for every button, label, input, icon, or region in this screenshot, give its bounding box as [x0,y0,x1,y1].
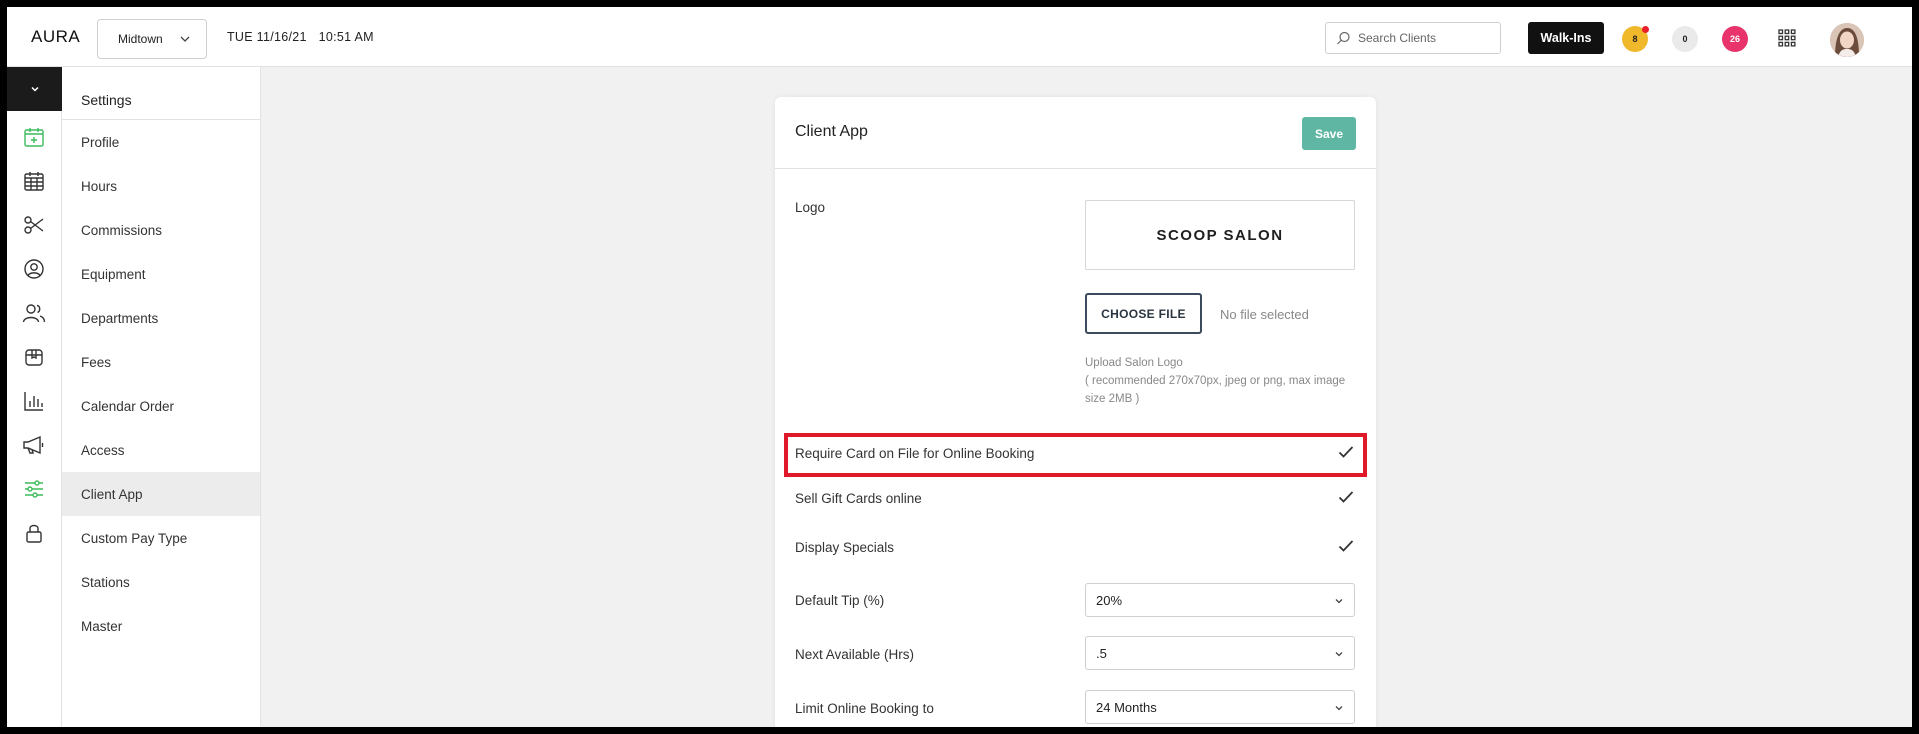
megaphone-icon[interactable] [21,432,47,458]
next-available-label: Next Available (Hrs) [795,647,915,662]
limit-booking-value: 24 Months [1096,700,1157,715]
calendar-add-icon[interactable] [21,124,47,150]
sidebar-item-calendar-order[interactable]: Calendar Order [62,384,260,428]
users-icon[interactable] [21,300,47,326]
default-tip-label: Default Tip (%) [795,593,885,608]
avatar-image [1830,23,1864,57]
logo-label: Logo [795,200,826,215]
sidebar-item-commissions[interactable]: Commissions [62,208,260,252]
current-datetime: TUE 11/16/21 10:51 AM [227,30,374,44]
logo-preview: SCOOP SALON [1085,200,1355,270]
badge-count: 26 [1729,34,1740,44]
sidebar-item-hours[interactable]: Hours [62,164,260,208]
sliders-icon[interactable] [21,476,47,502]
sidebar-item-departments[interactable]: Departments [62,296,260,340]
sidebar-item-profile[interactable]: Profile [62,120,260,164]
limit-booking-label: Limit Online Booking to [795,701,934,716]
client-app-card: Client App Save Logo SCOOP SALON CHOOSE … [775,97,1376,727]
choose-file-button[interactable]: CHOOSE FILE [1085,293,1202,334]
bar-chart-icon[interactable] [21,388,47,414]
badge-count: 8 [1632,34,1638,44]
notification-badge-yellow[interactable]: 8 [1622,26,1649,52]
badge-count: 0 [1682,34,1688,44]
user-circle-icon[interactable] [21,256,47,282]
alert-dot [1642,26,1649,33]
sidebar-item-stations[interactable]: Stations [62,560,260,604]
calendar-grid-icon[interactable] [21,168,47,194]
next-available-select[interactable]: .5 [1085,636,1355,670]
search-clients-input[interactable]: Search Clients [1325,22,1501,54]
checkmark-icon[interactable] [1338,445,1354,459]
search-icon [1337,31,1350,45]
default-tip-value: 20% [1096,593,1123,608]
sidebar-item-custom-pay-type[interactable]: Custom Pay Type [62,516,260,560]
upload-hint-details: ( recommended 270x70px, jpeg or png, max… [1085,375,1346,405]
notification-badge-grey[interactable]: 0 [1672,26,1698,52]
require-card-label: Require Card on File for Online Booking [795,446,1035,461]
top-header: AURA Midtown TUE 11/16/21 10:51 AM Searc… [7,7,1912,67]
display-specials-label: Display Specials [795,540,895,555]
require-card-row[interactable]: Require Card on File for Online Booking [784,433,1367,477]
checkmark-icon[interactable] [1338,490,1354,504]
chevron-down-icon [180,36,190,42]
sidebar-item-client-app[interactable]: Client App [62,472,260,516]
card-header: Client App Save [775,97,1376,169]
search-placeholder: Search Clients [1358,31,1437,45]
sidebar-title: Settings [62,67,260,120]
save-button[interactable]: Save [1302,117,1356,150]
rail-toggle-button[interactable] [7,67,62,111]
sell-gift-cards-row[interactable]: Sell Gift Cards online [784,478,1367,522]
display-specials-row[interactable]: Display Specials [784,527,1367,571]
brand-logo: AURA [31,27,81,46]
box-icon[interactable] [21,344,47,370]
upload-hint-title: Upload Salon Logo [1085,357,1183,369]
chevron-down-icon [1335,706,1343,711]
scissors-icon[interactable] [21,212,47,238]
notification-badge-pink[interactable]: 26 [1722,26,1748,52]
walk-ins-button[interactable]: Walk-Ins [1528,22,1604,54]
sidebar-item-fees[interactable]: Fees [62,340,260,384]
current-date: TUE 11/16/21 [227,30,307,44]
location-value: Midtown [118,32,163,46]
chevron-down-icon [30,86,39,92]
sidebar-item-equipment[interactable]: Equipment [62,252,260,296]
icon-rail [7,67,62,727]
chevron-down-icon [1335,652,1343,657]
card-title: Client App [795,123,868,140]
lock-icon[interactable] [21,520,47,546]
checkmark-icon[interactable] [1338,539,1354,553]
sidebar-item-access[interactable]: Access [62,428,260,472]
sell-gift-cards-label: Sell Gift Cards online [795,491,922,506]
chevron-down-icon [1335,599,1343,604]
location-select[interactable]: Midtown [97,19,207,59]
no-file-text: No file selected [1220,307,1309,322]
current-time: 10:51 AM [318,30,374,44]
next-available-value: .5 [1096,646,1107,661]
user-avatar[interactable] [1830,23,1864,57]
upload-hint: Upload Salon Logo ( recommended 270x70px… [1085,354,1360,408]
app-grid-icon[interactable] [1778,29,1796,47]
sidebar-item-master[interactable]: Master [62,604,260,648]
limit-booking-select[interactable]: 24 Months [1085,690,1355,724]
default-tip-select[interactable]: 20% [1085,583,1355,617]
app-frame: AURA Midtown TUE 11/16/21 10:51 AM Searc… [7,7,1912,727]
settings-sidebar: Settings Profile Hours Commissions Equip… [62,67,261,727]
